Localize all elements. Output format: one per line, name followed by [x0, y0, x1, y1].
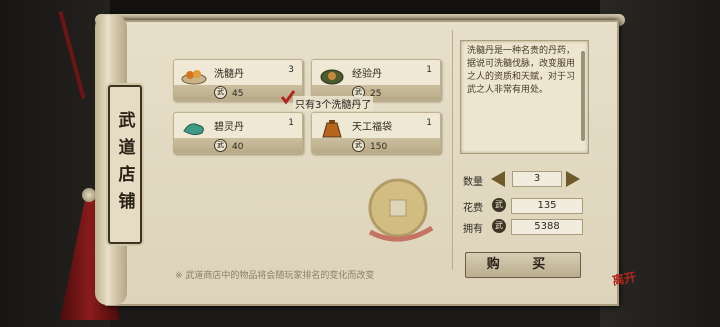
- owned-label: 拥有: [463, 224, 483, 235]
- coin-icon: 武: [492, 219, 506, 233]
- pill-bowl-icon: [320, 69, 344, 85]
- coin-stack-decoration: [368, 178, 434, 242]
- shop-item-tiangongfudai[interactable]: 天工福袋 1 武 150: [311, 112, 441, 154]
- lucky-bag-icon: [322, 120, 342, 138]
- item-price: 45: [232, 89, 244, 99]
- owned-value: 5388: [511, 219, 583, 235]
- item-name: 天工福袋: [352, 122, 392, 133]
- item-price: 40: [232, 142, 244, 152]
- cost-value: 135: [511, 198, 583, 214]
- item-name: 经验丹: [352, 69, 382, 80]
- item-price: 150: [370, 142, 388, 152]
- shop-title-plate: 武道店铺: [108, 85, 142, 244]
- panel-divider: [452, 30, 453, 270]
- pill-tray-icon: [181, 70, 207, 85]
- description-scrollbar[interactable]: [581, 51, 585, 141]
- item-quantity: 3: [288, 65, 294, 75]
- quantity-input[interactable]: 3: [512, 171, 562, 187]
- shop-item-jingyandan[interactable]: 经验丹 1 武 25: [311, 59, 441, 101]
- jade-pill-icon: [183, 123, 204, 136]
- coin-icon: 武: [214, 139, 227, 152]
- item-quantity: 1: [288, 118, 294, 128]
- page-title: 武道店铺: [114, 110, 135, 219]
- stock-tooltip: 只有3个洗髓丹了: [293, 96, 374, 111]
- item-description: 洗髓丹是一种名贵的丹药，据说可洗髓伐脉，改变服用之人的资质和天赋，对于习武之人非…: [467, 46, 576, 95]
- coin-icon: 武: [352, 139, 365, 152]
- item-quantity: 1: [426, 65, 432, 75]
- cost-label: 花费: [463, 203, 483, 214]
- quantity-label: 数量: [463, 177, 483, 188]
- coin-icon: 武: [492, 198, 506, 212]
- shop-notice: ※ 武道商店中的物品将会随玩家排名的变化而改变: [175, 271, 375, 281]
- item-description-box: 洗髓丹是一种名贵的丹药，据说可洗髓伐脉，改变服用之人的资质和天赋，对于习武之人非…: [460, 40, 589, 154]
- item-quantity: 1: [426, 118, 432, 128]
- item-name: 碧灵丹: [214, 122, 244, 133]
- buy-button[interactable]: 购 买: [465, 252, 581, 278]
- shop-item-bilingdan[interactable]: 碧灵丹 1 武 40: [173, 112, 303, 154]
- item-name: 洗髓丹: [214, 69, 244, 80]
- coin-icon: 武: [214, 86, 227, 99]
- bead-decoration: [82, 188, 96, 202]
